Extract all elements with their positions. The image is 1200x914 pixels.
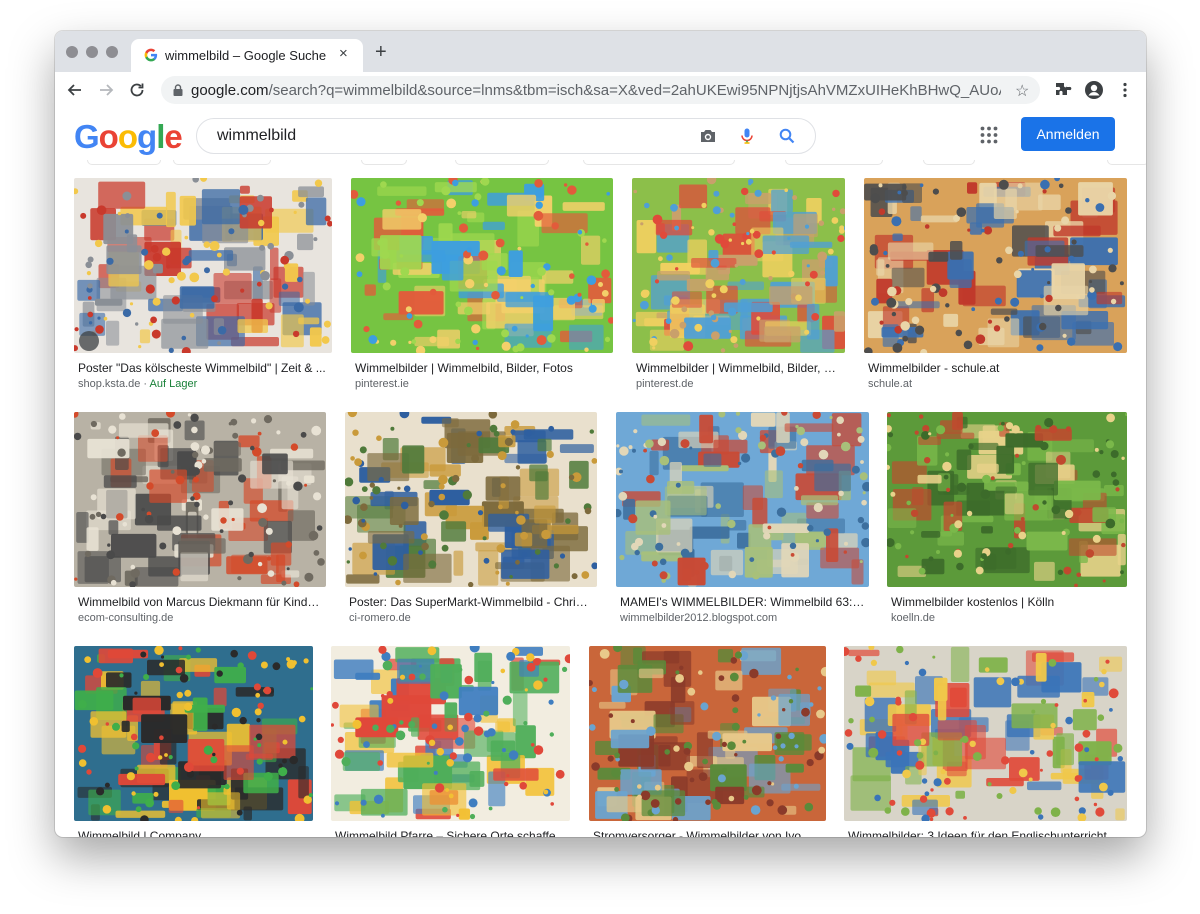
browser-toolbar: google.com/search?q=wimmelbild&source=ln… bbox=[55, 72, 1146, 109]
close-window-button[interactable] bbox=[66, 46, 78, 58]
image-result-card[interactable]: MAMEI's WIMMELBILDER: Wimmelbild 63: G..… bbox=[616, 412, 869, 627]
result-thumbnail[interactable] bbox=[351, 178, 613, 353]
logo-letter: e bbox=[164, 118, 182, 155]
result-title[interactable]: Wimmelbild Pfarre – Sichere Orte schaffe… bbox=[335, 829, 566, 837]
reload-icon[interactable] bbox=[127, 80, 147, 100]
image-result-card[interactable]: Wimmelbilder - schule.at schule.at bbox=[864, 178, 1127, 393]
result-source[interactable]: wimmelbilder2012.blogspot.com bbox=[620, 612, 777, 624]
result-title[interactable]: Wimmelbilder | Wimmelbild, Bilder, Fotos bbox=[355, 361, 609, 375]
url-host: google.com bbox=[191, 82, 269, 99]
result-source[interactable]: pinterest.ie bbox=[355, 378, 409, 390]
result-thumbnail[interactable] bbox=[74, 178, 332, 353]
result-thumbnail[interactable] bbox=[616, 412, 869, 587]
menu-kebab-icon[interactable] bbox=[1115, 80, 1135, 100]
tab-strip: wimmelbild – Google Suche × + bbox=[55, 31, 1146, 72]
result-title[interactable]: MAMEI's WIMMELBILDER: Wimmelbild 63: G..… bbox=[620, 595, 865, 609]
result-title[interactable]: Stromversorger - Wimmelbilder von Ivo Ki… bbox=[593, 829, 822, 837]
image-result-card[interactable]: Wimmelbilder | Wimmelbild, Bilder, Ki...… bbox=[632, 178, 845, 393]
filter-chip[interactable] bbox=[87, 160, 161, 165]
logo-letter: o bbox=[98, 118, 119, 155]
google-logo[interactable]: Google bbox=[74, 118, 183, 156]
tab-google-search[interactable]: wimmelbild – Google Suche × bbox=[131, 39, 363, 72]
tab-close-icon[interactable]: × bbox=[339, 45, 348, 62]
filter-chip[interactable] bbox=[361, 160, 407, 165]
result-thumbnail[interactable] bbox=[589, 646, 826, 821]
result-title[interactable]: Wimmelbild von Marcus Diekmann für Kinde… bbox=[78, 595, 322, 609]
url-text[interactable]: google.com/search?q=wimmelbild&source=ln… bbox=[191, 82, 1001, 99]
result-title[interactable]: Wimmelbild | Company bbox=[78, 829, 309, 837]
image-result-card[interactable]: Wimmelbild Pfarre – Sichere Orte schaffe… bbox=[331, 646, 570, 837]
result-thumbnail[interactable] bbox=[887, 412, 1127, 587]
image-result-card[interactable]: Poster "Das kölscheste Wimmelbild" | Zei… bbox=[74, 178, 332, 393]
filter-chip[interactable] bbox=[1107, 160, 1146, 165]
google-apps-grid-icon[interactable] bbox=[979, 125, 999, 145]
image-result-card[interactable]: Wimmelbild von Marcus Diekmann für Kinde… bbox=[74, 412, 326, 627]
image-result-card[interactable]: Wimmelbilder kostenlos | Kölln koelln.de bbox=[887, 412, 1127, 627]
extensions-puzzle-icon[interactable] bbox=[1053, 80, 1073, 100]
microphone-icon[interactable] bbox=[738, 127, 756, 145]
back-arrow-icon[interactable] bbox=[65, 80, 85, 100]
result-source[interactable]: ecom-consulting.de bbox=[78, 612, 173, 624]
minimize-window-button[interactable] bbox=[86, 46, 98, 58]
image-result-card[interactable]: Poster: Das SuperMarkt-Wimmelbild - Chri… bbox=[345, 412, 597, 627]
result-thumbnail[interactable] bbox=[632, 178, 845, 353]
search-icon[interactable] bbox=[778, 127, 796, 145]
address-bar[interactable]: google.com/search?q=wimmelbild&source=ln… bbox=[161, 76, 1040, 104]
image-result-card[interactable]: Wimmelbild | Company bbox=[74, 646, 313, 837]
result-title[interactable]: Poster: Das SuperMarkt-Wimmelbild - Chri… bbox=[349, 595, 593, 609]
result-title[interactable]: Poster "Das kölscheste Wimmelbild" | Zei… bbox=[78, 361, 328, 375]
result-thumbnail[interactable] bbox=[331, 646, 570, 821]
camera-icon[interactable] bbox=[699, 127, 717, 145]
stock-status: Auf Lager bbox=[149, 378, 198, 390]
result-source[interactable]: koelln.de bbox=[891, 612, 935, 624]
bookmark-star-icon[interactable]: ☆ bbox=[1015, 81, 1029, 101]
url-path: /search?q=wimmelbild&source=lnms&tbm=isc… bbox=[268, 82, 1001, 99]
filter-chip-row bbox=[55, 160, 1146, 165]
price-tag-icon bbox=[79, 331, 99, 351]
profile-avatar-icon[interactable] bbox=[1084, 80, 1104, 100]
filter-chip[interactable] bbox=[173, 160, 271, 165]
forward-arrow-icon[interactable] bbox=[96, 80, 116, 100]
result-thumbnail[interactable] bbox=[844, 646, 1127, 821]
filter-chip[interactable] bbox=[923, 160, 975, 165]
result-title[interactable]: Wimmelbilder: 3 Ideen für den Englischun… bbox=[848, 829, 1127, 837]
result-thumbnail[interactable] bbox=[345, 412, 597, 587]
image-result-card[interactable]: Stromversorger - Wimmelbilder von Ivo Ki… bbox=[589, 646, 826, 837]
result-thumbnail[interactable] bbox=[864, 178, 1127, 353]
logo-letter: g bbox=[137, 118, 157, 155]
result-title[interactable]: Wimmelbilder kostenlos | Kölln bbox=[891, 595, 1123, 609]
result-title[interactable]: Wimmelbilder | Wimmelbild, Bilder, Ki... bbox=[636, 361, 841, 375]
search-input[interactable]: wimmelbild bbox=[217, 127, 296, 145]
result-source[interactable]: pinterest.de bbox=[636, 378, 693, 390]
result-thumbnail[interactable] bbox=[74, 646, 313, 821]
image-result-card[interactable]: Wimmelbilder | Wimmelbild, Bilder, Fotos… bbox=[351, 178, 613, 393]
lock-icon[interactable] bbox=[171, 83, 185, 97]
filter-chip[interactable] bbox=[583, 160, 735, 165]
logo-letter: G bbox=[74, 118, 100, 155]
filter-chip[interactable] bbox=[455, 160, 549, 165]
result-thumbnail[interactable] bbox=[74, 412, 326, 587]
signin-button[interactable]: Anmelden bbox=[1021, 117, 1115, 151]
google-header: Google wimmelbild Anmelden bbox=[55, 108, 1146, 160]
filter-chip[interactable] bbox=[785, 160, 883, 165]
google-favicon-icon bbox=[144, 48, 158, 62]
result-source[interactable]: shop.ksta.de · Auf Lager bbox=[78, 378, 197, 390]
result-source[interactable]: schule.at bbox=[868, 378, 912, 390]
search-box[interactable]: wimmelbild bbox=[196, 118, 816, 154]
source-domain: shop.ksta.de bbox=[78, 378, 141, 390]
browser-window: wimmelbild – Google Suche × + google.com… bbox=[55, 31, 1146, 837]
logo-letter: o bbox=[117, 118, 138, 155]
maximize-window-button[interactable] bbox=[106, 46, 118, 58]
source-separator: · bbox=[140, 378, 150, 390]
result-source[interactable]: ci-romero.de bbox=[349, 612, 411, 624]
image-result-card[interactable]: Wimmelbilder: 3 Ideen für den Englischun… bbox=[844, 646, 1127, 837]
tab-title: wimmelbild – Google Suche bbox=[165, 48, 327, 63]
new-tab-button[interactable]: + bbox=[375, 42, 387, 62]
result-title[interactable]: Wimmelbilder - schule.at bbox=[868, 361, 1123, 375]
